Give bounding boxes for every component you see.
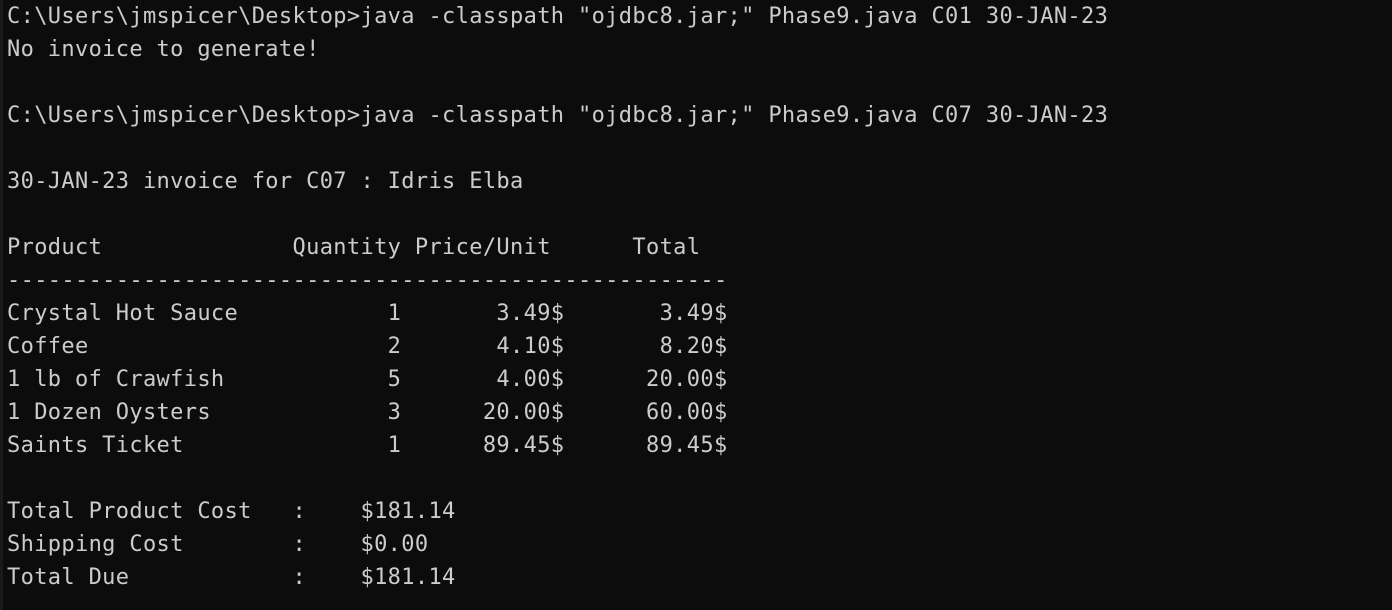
table-row: Coffee 2 4.10$ 8.20$ (7, 334, 728, 359)
console-window[interactable]: C:\Users\jmspicer\Desktop>java -classpat… (0, 0, 1392, 610)
table-row: Crystal Hot Sauce 1 3.49$ 3.49$ (7, 301, 728, 326)
output-line: No invoice to generate! (7, 37, 320, 62)
command-line: C:\Users\jmspicer\Desktop>java -classpat… (7, 103, 1109, 128)
window-edge (0, 0, 3, 610)
table-row: 1 lb of Crawfish 5 4.00$ 20.00$ (7, 367, 728, 392)
shipping-cost-line: Shipping Cost : $0.00 (7, 532, 429, 557)
total-due-line: Total Due : $181.14 (7, 565, 456, 590)
command-line: C:\Users\jmspicer\Desktop>java -classpat… (7, 4, 1109, 29)
table-header-line: Product Quantity Price/Unit Total (7, 235, 701, 260)
table-separator-line: ----------------------------------------… (7, 268, 728, 293)
table-row: 1 Dozen Oysters 3 20.00$ 60.00$ (7, 400, 728, 425)
invoice-title-line: 30-JAN-23 invoice for C07 : Idris Elba (7, 169, 524, 194)
total-product-cost-line: Total Product Cost : $181.14 (7, 499, 456, 524)
table-row: Saints Ticket 1 89.45$ 89.45$ (7, 433, 728, 458)
